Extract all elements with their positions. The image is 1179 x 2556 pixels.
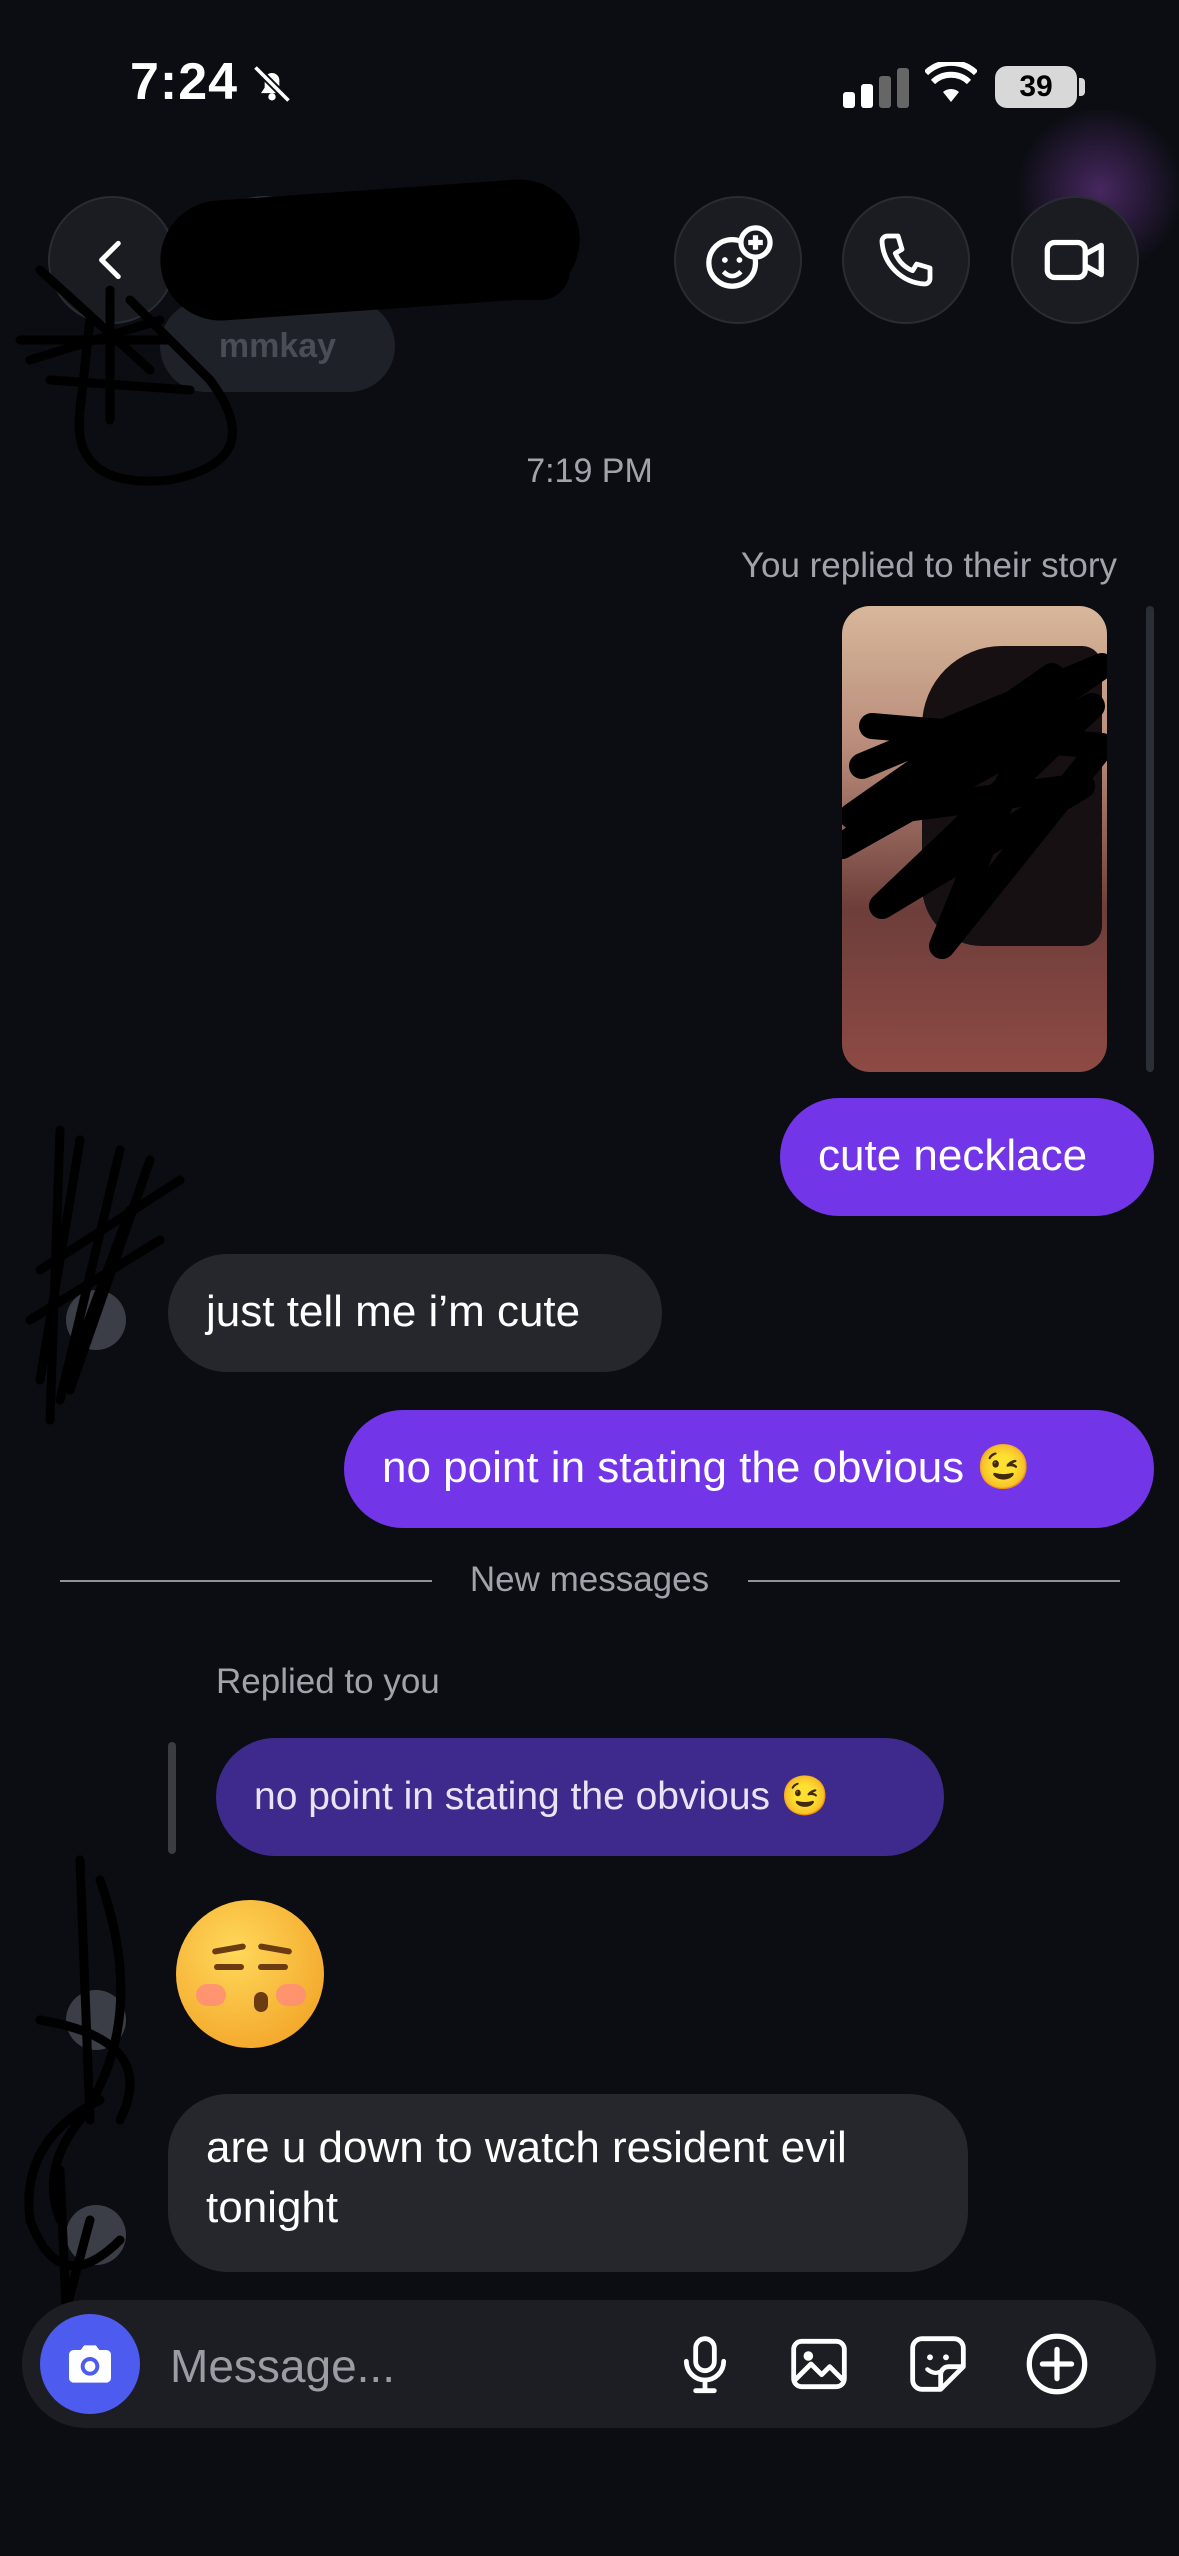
reply-indicator-bar xyxy=(168,1742,176,1854)
message-bubble-sent[interactable]: cute necklace xyxy=(780,1098,1154,1216)
microphone-icon xyxy=(683,2336,727,2394)
story-reply-caption: You replied to their story xyxy=(740,546,1117,585)
message-input[interactable] xyxy=(168,2330,632,2402)
message-bubble-received[interactable]: are u down to watch resident evil tonigh… xyxy=(168,2094,968,2272)
video-call-button[interactable] xyxy=(1011,196,1139,324)
face-plus-icon xyxy=(706,225,773,289)
status-time: 7:24 xyxy=(130,53,239,111)
image-icon xyxy=(791,2338,847,2390)
new-messages-label: New messages xyxy=(469,1560,710,1599)
replied-to-message[interactable]: no point in stating the obvious 😉 xyxy=(216,1738,944,1856)
redacted-username xyxy=(330,240,570,300)
wifi-icon xyxy=(925,62,977,102)
more-options-button[interactable] xyxy=(1020,2327,1094,2401)
conversation-timestamp: 7:19 PM xyxy=(526,452,653,490)
story-redaction-scribble xyxy=(842,653,1107,959)
story-thumbnail[interactable] xyxy=(842,606,1107,1072)
silent-bell-icon xyxy=(252,64,292,104)
battery-tip xyxy=(1079,78,1085,96)
message-bubble-received[interactable]: just tell me i’m cute xyxy=(168,1254,662,1372)
plus-circle-icon xyxy=(1026,2333,1088,2395)
cellular-signal-icon xyxy=(843,68,909,108)
message-bubble-sent[interactable]: no point in stating the obvious 😉 xyxy=(344,1410,1154,1528)
phone-icon xyxy=(879,233,933,287)
battery-indicator: 39 xyxy=(995,66,1077,108)
microphone-button[interactable] xyxy=(668,2327,742,2401)
scrollbar[interactable] xyxy=(1146,606,1154,1072)
audio-call-button[interactable] xyxy=(842,196,970,324)
camera-icon xyxy=(69,2345,111,2383)
sticker-button[interactable] xyxy=(901,2327,975,2401)
effects-button[interactable] xyxy=(674,196,802,324)
video-camera-icon xyxy=(1044,239,1104,281)
reply-label: Replied to you xyxy=(216,1662,440,1701)
kissing-face-emoji[interactable] xyxy=(176,1900,324,2048)
camera-button[interactable] xyxy=(40,2314,140,2414)
gallery-button[interactable] xyxy=(782,2327,856,2401)
sticker-icon xyxy=(910,2336,966,2392)
